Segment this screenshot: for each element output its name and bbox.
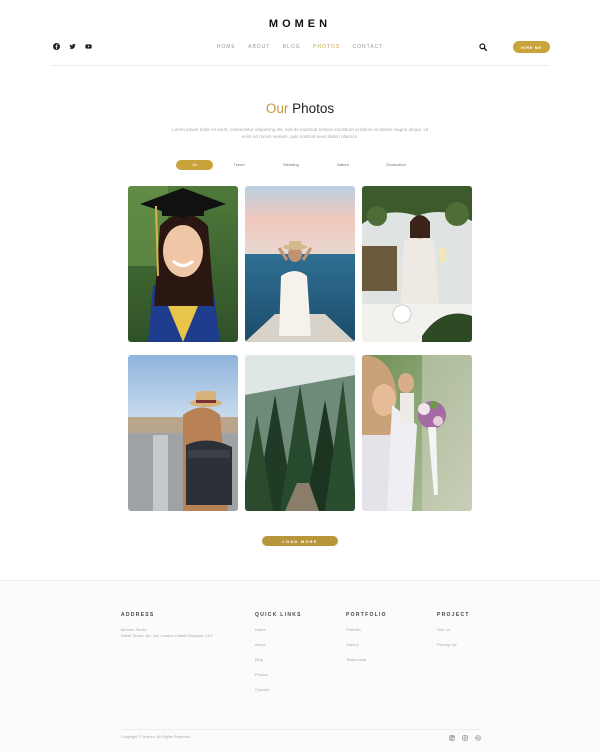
header-divider bbox=[50, 65, 550, 66]
footer-quick-links-column: QUICK LINKS Home About Blog Photos Conta… bbox=[255, 612, 302, 702]
footer-project-heading: PROJECT bbox=[437, 612, 470, 618]
nav-item-about[interactable]: ABOUT bbox=[248, 44, 270, 50]
copyright-text: Copyright © Momen. All Rights Reserved. bbox=[121, 735, 192, 739]
footer-link-pricing-list[interactable]: Pricing List bbox=[437, 642, 470, 657]
hire-me-button[interactable]: HIRE ME bbox=[513, 41, 550, 53]
filter-graduation[interactable]: Graduation bbox=[381, 160, 411, 170]
photo-pine-forest[interactable] bbox=[245, 355, 355, 511]
instagram-icon[interactable] bbox=[462, 735, 468, 741]
main-nav: HOME ABOUT BLOG PHOTOS CONTACT bbox=[0, 44, 600, 50]
footer-link-portfolio[interactable]: Portfolio bbox=[346, 627, 387, 642]
photo-bride-with-bouquet[interactable] bbox=[362, 355, 472, 511]
footer-social-links bbox=[449, 735, 481, 741]
filter-all[interactable]: All bbox=[176, 160, 213, 170]
linkedin-icon[interactable] bbox=[449, 735, 455, 741]
footer-link-photos[interactable]: Photos bbox=[255, 672, 302, 687]
photo-woman-on-boat[interactable] bbox=[245, 186, 355, 342]
footer-address-heading: ADDRESS bbox=[121, 612, 155, 618]
footer-link-hire-us[interactable]: Hire Us bbox=[437, 627, 470, 642]
footer-address-column: ADDRESS Momen Studio Baker Street, No. 1… bbox=[121, 612, 241, 639]
footer-link-home[interactable]: Home bbox=[255, 627, 302, 642]
footer-portfolio-column: PORTFOLIO Portfolio Gallery Testimonial bbox=[346, 612, 387, 672]
footer-link-contact[interactable]: Contact bbox=[255, 687, 302, 702]
photo-wedding-toast[interactable] bbox=[362, 186, 472, 342]
brand-logo[interactable]: MOMEN bbox=[0, 18, 600, 30]
footer-address-line: Baker Street, No. 1st, London United Kin… bbox=[121, 633, 214, 638]
dribbble-icon[interactable] bbox=[475, 735, 481, 741]
footer-link-testimonial[interactable]: Testimonial bbox=[346, 657, 387, 672]
footer-quick-links-heading: QUICK LINKS bbox=[255, 612, 302, 618]
footer-project-column: PROJECT Hire Us Pricing List bbox=[437, 612, 470, 657]
load-more-button[interactable]: LOAD MORE bbox=[262, 536, 338, 546]
nav-item-photos[interactable]: PHOTOS bbox=[313, 44, 340, 50]
nav-item-blog[interactable]: BLOG bbox=[283, 44, 301, 50]
footer-link-gallery[interactable]: Gallery bbox=[346, 642, 387, 657]
photo-graduate[interactable] bbox=[128, 186, 238, 342]
search-icon[interactable] bbox=[479, 43, 487, 51]
nav-item-contact[interactable]: CONTACT bbox=[352, 44, 383, 50]
page-subtitle: Lorem ipsum dolor sit amet, consectetur … bbox=[171, 127, 429, 139]
filter-travel[interactable]: Travel bbox=[228, 160, 250, 170]
title-accent: Our bbox=[265, 101, 289, 116]
footer-link-blog[interactable]: Blog bbox=[255, 657, 302, 672]
title-text: Photos bbox=[292, 101, 335, 116]
footer-divider bbox=[120, 729, 480, 730]
filter-wedding[interactable]: Wedding bbox=[278, 160, 304, 170]
footer-link-about[interactable]: About bbox=[255, 642, 302, 657]
footer-portfolio-heading: PORTFOLIO bbox=[346, 612, 387, 618]
page-title: Our Photos bbox=[0, 101, 600, 116]
nav-item-home[interactable]: HOME bbox=[217, 44, 236, 50]
photo-woman-with-backpack[interactable] bbox=[128, 355, 238, 511]
filter-nature[interactable]: Nature bbox=[331, 160, 355, 170]
